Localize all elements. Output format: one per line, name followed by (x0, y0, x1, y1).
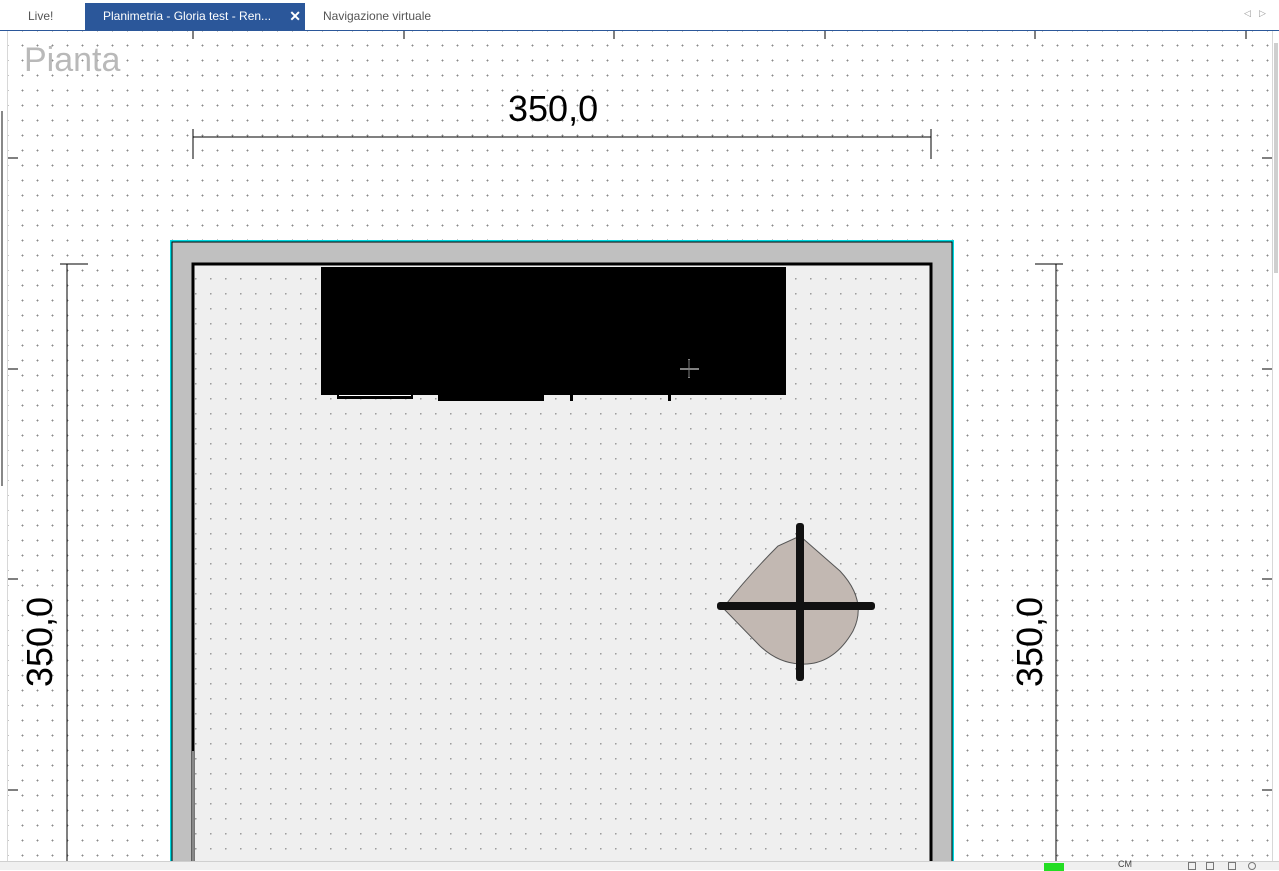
dimension-label-top: 350,0 (508, 88, 599, 129)
grid-toggle-icon[interactable] (1188, 862, 1196, 870)
left-panel-edge (0, 31, 8, 861)
tab-planimetria[interactable]: Planimetria - Gloria test - Ren... ✕ (85, 3, 305, 30)
dimension-line-right (1035, 263, 1063, 861)
dimension-line-top (192, 129, 932, 159)
tab-bar: Live! Planimetria - Gloria test - Ren...… (0, 0, 1279, 31)
snap-toggle-icon[interactable] (1206, 862, 1214, 870)
scroll-left-icon[interactable]: ◁ (1244, 8, 1251, 19)
left-ruler-ticks (8, 157, 18, 791)
close-icon[interactable]: ✕ (289, 3, 301, 30)
dimension-label-right: 350,0 (1009, 596, 1050, 688)
tab-live-label: Live! (28, 9, 54, 23)
tab-live[interactable]: Live! (18, 3, 84, 30)
tab-navigazione-label: Navigazione virtuale (323, 9, 432, 23)
zoom-icon[interactable] (1248, 862, 1256, 870)
tab-planimetria-label: Planimetria - Gloria test - Ren... (103, 9, 272, 23)
right-ruler-ticks (1262, 157, 1272, 791)
scroll-right-icon[interactable]: ▷ (1259, 8, 1266, 19)
status-bar: CM (0, 859, 1279, 871)
top-ruler-ticks (192, 31, 1247, 39)
status-units: CM (1118, 859, 1132, 869)
vertical-scrollbar[interactable] (1272, 31, 1279, 861)
tab-navigazione-virtuale[interactable]: Navigazione virtuale (313, 3, 473, 30)
view-toggle-icon[interactable] (1228, 862, 1236, 870)
left-panel-splitter[interactable] (1, 111, 3, 486)
scrollbar-thumb[interactable] (1274, 43, 1278, 273)
dimension-line-left (60, 263, 88, 861)
kitchen-cabinets (321, 267, 786, 401)
dimension-label-left: 350,0 (19, 596, 60, 688)
floor-plan-canvas[interactable]: Pianta 350,0 350,0 350,0 (8, 31, 1272, 861)
floor-plan-drawing (8, 31, 1272, 861)
